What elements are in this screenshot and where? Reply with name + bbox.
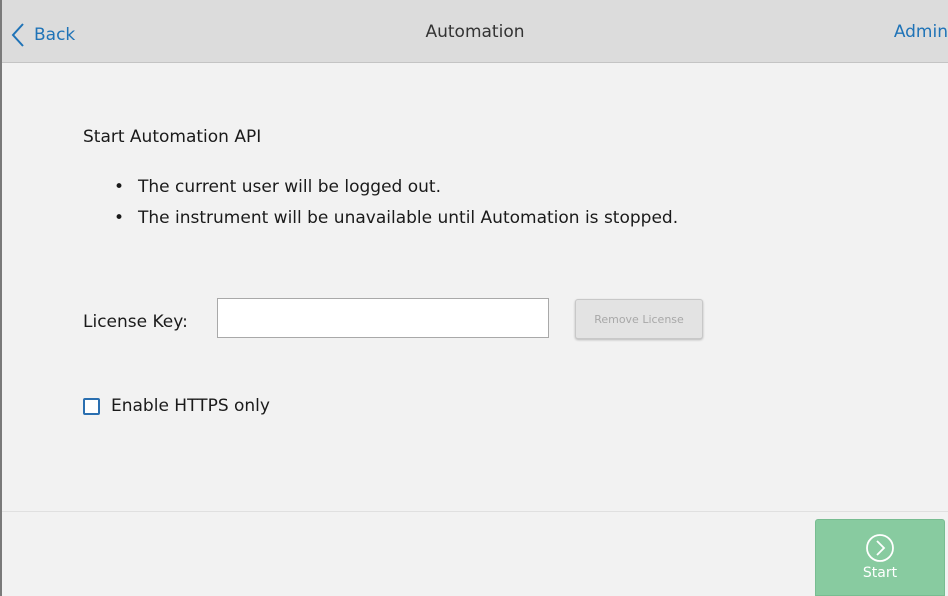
https-only-checkbox[interactable] — [83, 397, 100, 415]
bullet-symbol: • — [114, 208, 125, 228]
section-title: Start Automation API — [83, 127, 262, 147]
bullet-symbol: • — [114, 177, 125, 197]
warning-list: • The current user will be logged out. •… — [114, 175, 678, 237]
list-item-text: The instrument will be unavailable until… — [138, 208, 679, 228]
admin-link[interactable]: Admin — [894, 22, 948, 42]
https-only-option[interactable]: Enable HTTPS only — [83, 396, 270, 416]
start-button[interactable]: Start — [815, 519, 945, 596]
list-item: • The current user will be logged out. — [114, 175, 678, 206]
automation-screen: Back Automation Admin Start Automation A… — [0, 0, 948, 596]
license-key-label: License Key: — [83, 312, 188, 332]
header-bar: Back Automation Admin — [2, 0, 948, 63]
list-item-text: The current user will be logged out. — [138, 177, 441, 197]
https-only-label: Enable HTTPS only — [111, 396, 270, 416]
license-key-input[interactable] — [217, 298, 549, 338]
remove-license-button[interactable]: Remove License — [575, 299, 703, 339]
circle-chevron-right-icon — [866, 534, 894, 562]
page-title: Automation — [425, 22, 525, 42]
footer-divider — [2, 511, 948, 512]
list-item: • The instrument will be unavailable unt… — [114, 206, 678, 237]
start-label: Start — [862, 565, 898, 581]
